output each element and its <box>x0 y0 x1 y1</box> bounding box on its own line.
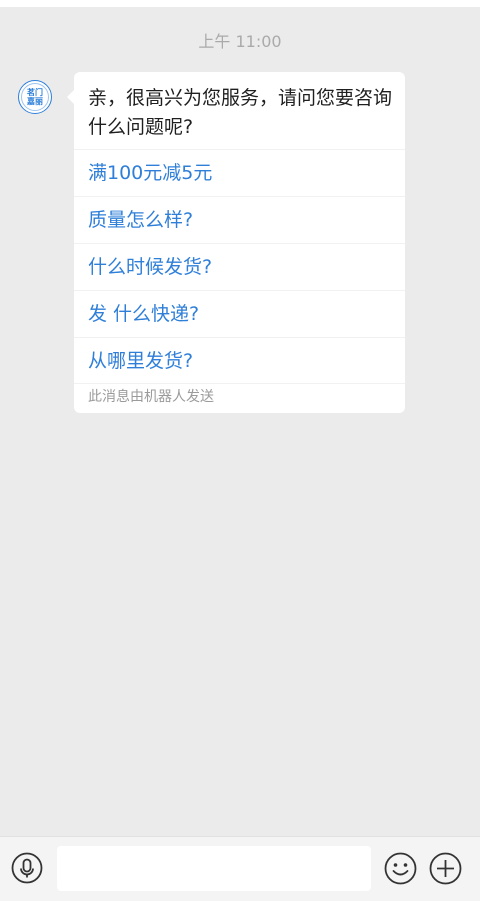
plus-circle-icon[interactable] <box>429 852 462 885</box>
divider <box>74 149 405 150</box>
agent-avatar-logo: 茗门 嘉丽 <box>21 83 49 111</box>
microphone-icon[interactable] <box>11 852 43 884</box>
message-input[interactable] <box>57 846 371 891</box>
avatar-text-line1: 茗门 <box>27 88 43 97</box>
chat-screen: 上午 11:00 茗门 嘉丽 亲，很高兴为您服务，请问您要咨询什么问题呢? 满1… <box>0 0 480 901</box>
divider <box>74 337 405 338</box>
divider <box>74 196 405 197</box>
message-timestamp: 上午 11:00 <box>198 32 282 51</box>
divider <box>74 243 405 244</box>
quick-reply-ship-from[interactable]: 从哪里发货? <box>88 346 388 376</box>
top-bar <box>0 0 480 7</box>
quick-reply-courier[interactable]: 发 什么快递? <box>88 299 388 329</box>
robot-sent-note: 此消息由机器人发送 <box>88 389 214 405</box>
greeting-text: 亲，很高兴为您服务，请问您要咨询什么问题呢? <box>88 87 393 138</box>
agent-avatar[interactable]: 茗门 嘉丽 <box>18 80 52 114</box>
quick-reply-ship-time[interactable]: 什么时候发货? <box>88 252 388 282</box>
quick-reply-quality[interactable]: 质量怎么样? <box>88 205 388 235</box>
input-bar <box>0 836 480 901</box>
quick-reply-discount[interactable]: 满100元减5元 <box>88 158 388 188</box>
divider <box>74 290 405 291</box>
smiley-icon[interactable] <box>384 852 417 885</box>
avatar-text-line2: 嘉丽 <box>27 97 43 106</box>
divider <box>74 383 405 384</box>
message-bubble: 亲，很高兴为您服务，请问您要咨询什么问题呢? 满100元减5元 质量怎么样? 什… <box>67 72 405 413</box>
